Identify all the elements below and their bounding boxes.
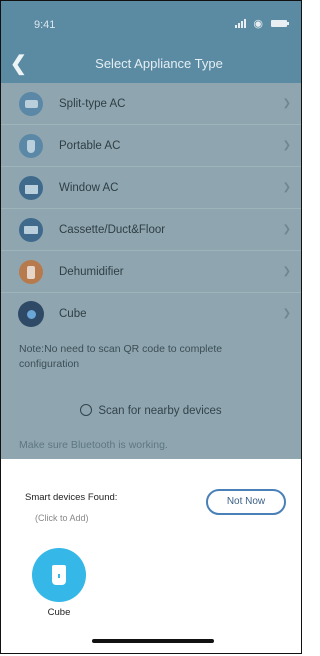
battery-icon	[271, 20, 289, 27]
nav-bar: ❮ Select Appliance Type	[1, 43, 301, 83]
scan-nearby-button[interactable]: Scan for nearby devices	[1, 404, 301, 417]
appliance-item-dehumidifier[interactable]: Dehumidifier ❯	[1, 251, 301, 293]
phone-frame: 9:41 ◉ ❮ Select Appliance Type Split-typ…	[0, 0, 302, 654]
scan-label: Scan for nearby devices	[98, 405, 222, 417]
wifi-icon: ◉	[253, 18, 263, 30]
note-text: Note:No need to scan QR code to complete…	[19, 343, 223, 370]
cassette-icon	[19, 218, 43, 242]
cube-device-icon	[32, 548, 86, 602]
bluetooth-hint: Make sure Bluetooth is working.	[19, 439, 168, 451]
devices-found-sheet: Smart devices Found: (Click to Add) Not …	[1, 459, 301, 653]
appliance-label: Cassette/Duct&Floor	[59, 223, 166, 236]
page-title: Select Appliance Type	[95, 56, 223, 71]
window-ac-icon	[19, 176, 43, 200]
status-time: 9:41	[34, 19, 56, 31]
appliance-label: Dehumidifier	[59, 265, 124, 278]
chevron-right-icon: ❯	[282, 266, 291, 277]
appliance-list: Split-type AC ❯ Portable AC ❯ Window AC …	[1, 83, 301, 334]
appliance-item-window-ac[interactable]: Window AC ❯	[1, 167, 301, 209]
appliance-item-portable-ac[interactable]: Portable AC ❯	[1, 125, 301, 167]
cube-icon	[18, 301, 44, 327]
device-label: Cube	[47, 607, 71, 618]
click-to-add-hint: (Click to Add)	[35, 513, 89, 523]
home-indicator	[92, 639, 214, 643]
appliance-label: Cube	[59, 307, 87, 320]
split-ac-icon	[19, 92, 43, 116]
devices-found-label: Smart devices Found:	[25, 492, 118, 503]
chevron-right-icon: ❯	[282, 98, 291, 109]
appliance-label: Portable AC	[59, 139, 121, 152]
chevron-right-icon: ❯	[282, 182, 291, 193]
appliance-screen-dimmed: 9:41 ◉ ❮ Select Appliance Type Split-typ…	[1, 1, 301, 459]
portable-ac-icon	[19, 134, 43, 158]
appliance-item-cube[interactable]: Cube ❯	[1, 293, 301, 334]
chevron-right-icon: ❯	[282, 308, 291, 319]
appliance-label: Window AC	[59, 181, 119, 194]
not-now-button[interactable]: Not Now	[206, 489, 286, 515]
appliance-item-cassette[interactable]: Cassette/Duct&Floor ❯	[1, 209, 301, 251]
chevron-right-icon: ❯	[282, 140, 291, 151]
appliance-item-split-ac[interactable]: Split-type AC ❯	[1, 83, 301, 125]
appliance-label: Split-type AC	[59, 97, 126, 110]
signal-icon	[235, 19, 246, 28]
found-device-cube[interactable]: Cube	[30, 548, 88, 618]
status-bar: 9:41 ◉	[1, 1, 301, 43]
chevron-right-icon: ❯	[282, 224, 291, 235]
scan-icon	[80, 404, 93, 416]
dehumidifier-icon	[19, 260, 43, 284]
